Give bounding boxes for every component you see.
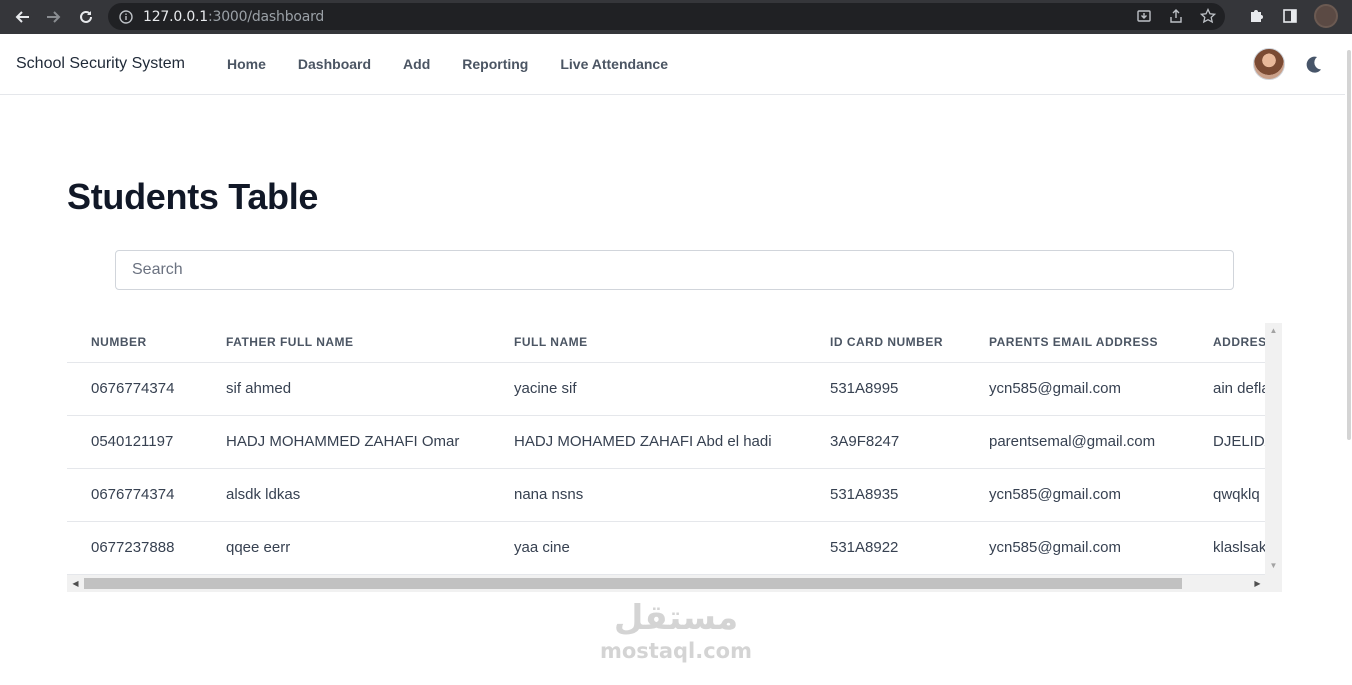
browser-toolbar: 127.0.0.1:3000/dashboard [0,0,1352,34]
cell-id-card-number: 531A8922 [806,521,965,575]
nav-link-live-attendance[interactable]: Live Attendance [544,56,684,72]
site-info-icon[interactable] [118,9,134,25]
cell-full-name: yacine sif [490,362,806,416]
table-row[interactable]: 0676774374 alsdk ldkas nana nsns 531A893… [67,468,1282,522]
page-scroll-thumb[interactable] [1347,50,1351,440]
cell-full-name: yaa cine [490,521,806,575]
cell-parents-email: ycn585@gmail.com [965,521,1189,575]
scroll-left-arrow-icon[interactable]: ◀ [71,579,80,588]
bookmark-star-icon[interactable] [1199,7,1217,25]
nav-links: Home Dashboard Add Reporting Live Attend… [211,56,684,72]
nav-link-add[interactable]: Add [387,56,446,72]
cell-full-name: HADJ MOHAMED ZAHAFI Abd el hadi [490,415,806,469]
cell-father-full-name: alsdk ldkas [202,468,490,522]
cell-father-full-name: qqee eerr [202,521,490,575]
moon-icon[interactable] [1302,54,1324,76]
table-row[interactable]: 0676774374 sif ahmed yacine sif 531A8995… [67,362,1282,416]
cell-id-card-number: 531A8995 [806,362,965,416]
table-vertical-scrollbar[interactable]: ▲ ▼ [1265,323,1282,575]
nav-link-dashboard[interactable]: Dashboard [282,56,387,72]
table-row[interactable]: 0677237888 qqee eerr yaa cine 531A8922 y… [67,521,1282,575]
browser-nav-buttons [0,1,102,33]
app-navbar: School Security System Home Dashboard Ad… [0,34,1352,95]
column-header-number[interactable]: NUMBER [67,323,202,363]
table-horizontal-scrollbar[interactable]: ◀ ▶ [67,575,1282,592]
search-input[interactable] [115,250,1234,290]
share-icon[interactable] [1167,7,1185,25]
side-panel-icon[interactable] [1280,4,1300,28]
cell-number: 0676774374 [67,362,202,416]
brand-title[interactable]: School Security System [16,55,185,73]
extensions-puzzle-icon[interactable] [1246,4,1266,28]
url-text: 127.0.0.1:3000/dashboard [143,9,324,25]
browser-profile-avatar[interactable] [1314,4,1338,28]
cell-parents-email: ycn585@gmail.com [965,362,1189,416]
cell-number: 0677237888 [67,521,202,575]
mostaql-watermark: مستقل mostaql.com [594,598,758,670]
page-vertical-scrollbar[interactable] [1345,34,1352,685]
nav-link-home[interactable]: Home [211,56,282,72]
cell-parents-email: ycn585@gmail.com [965,468,1189,522]
cell-id-card-number: 531A8935 [806,468,965,522]
column-header-parents-email[interactable]: PARENTS EMAIL ADDRESS [965,323,1189,363]
cell-number: 0676774374 [67,468,202,522]
user-avatar[interactable] [1253,48,1285,80]
install-app-icon[interactable] [1135,7,1153,25]
back-arrow-icon[interactable] [6,1,38,33]
scroll-right-arrow-icon[interactable]: ▶ [1253,579,1262,588]
forward-arrow-icon[interactable] [38,1,70,33]
watermark-latin: mostaql.com [600,639,752,663]
cell-full-name: nana nsns [490,468,806,522]
column-header-id-card-number[interactable]: ID CARD NUMBER [806,323,965,363]
scroll-up-arrow-icon[interactable]: ▲ [1269,326,1278,335]
cell-id-card-number: 3A9F8247 [806,415,965,469]
reload-icon[interactable] [70,1,102,33]
column-header-father-full-name[interactable]: FATHER FULL NAME [202,323,490,363]
column-header-full-name[interactable]: FULL NAME [490,323,806,363]
horizontal-scroll-thumb[interactable] [84,578,1182,589]
table-row[interactable]: 0540121197 HADJ MOHAMMED ZAHAFI Omar HAD… [67,415,1282,469]
address-bar-actions [1135,7,1217,25]
nav-link-reporting[interactable]: Reporting [446,56,544,72]
url-host: 127.0.0.1 [143,8,208,25]
cell-parents-email: parentsemal@gmail.com [965,415,1189,469]
cell-father-full-name: HADJ MOHAMMED ZAHAFI Omar [202,415,490,469]
scroll-down-arrow-icon[interactable]: ▼ [1269,561,1278,570]
page-title: Students Table [67,176,319,217]
cell-father-full-name: sif ahmed [202,362,490,416]
students-table-container: NUMBER FATHER FULL NAME FULL NAME ID CAR… [67,323,1282,592]
students-table: NUMBER FATHER FULL NAME FULL NAME ID CAR… [67,323,1282,575]
url-path: :3000/dashboard [208,8,325,25]
cell-number: 0540121197 [67,415,202,469]
table-header-row: NUMBER FATHER FULL NAME FULL NAME ID CAR… [67,323,1282,363]
watermark-arabic: مستقل [613,598,739,638]
address-bar[interactable]: 127.0.0.1:3000/dashboard [108,3,1225,30]
browser-extensions-area [1246,4,1338,28]
